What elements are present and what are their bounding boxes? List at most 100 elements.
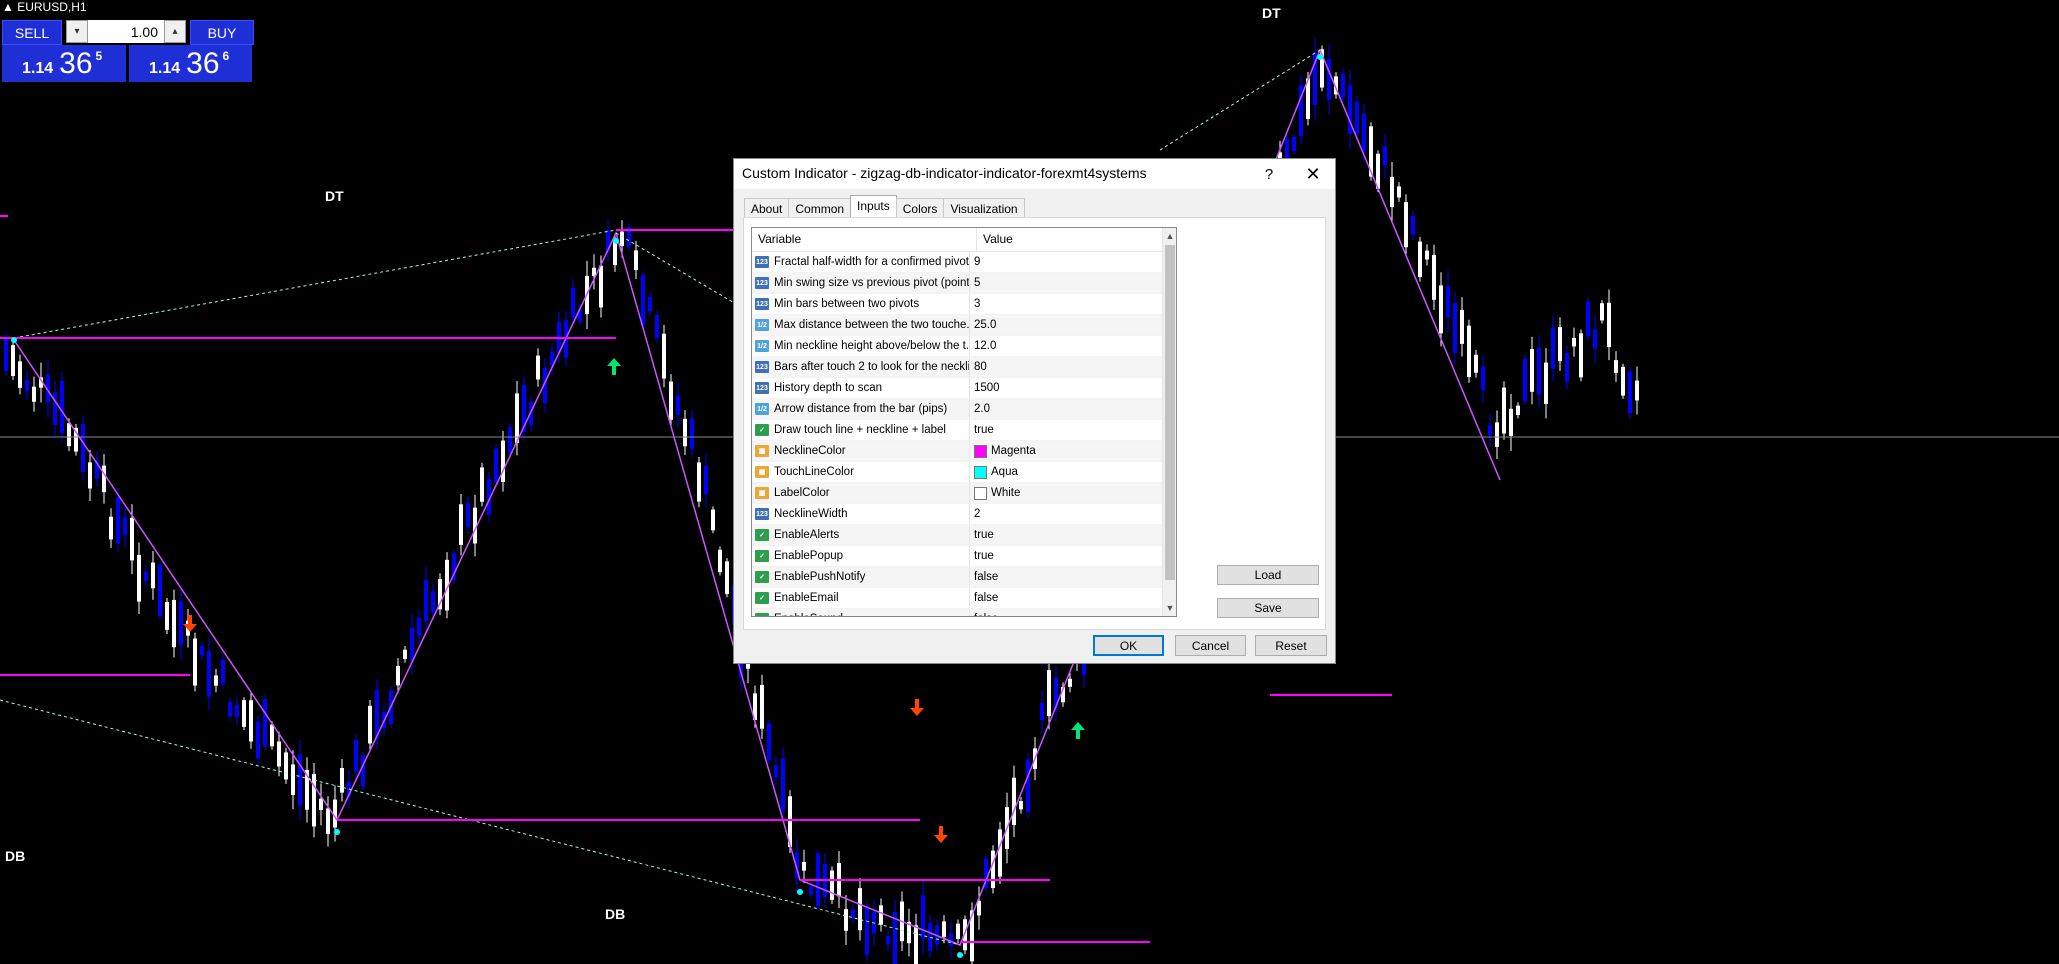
ok-button[interactable]: OK [1093, 635, 1164, 656]
ask-price[interactable]: 1.14 36 6 [129, 45, 252, 82]
candle-body [1026, 759, 1030, 812]
pivot-dot [11, 337, 17, 343]
scroll-up-icon[interactable]: ▲ [1163, 228, 1176, 244]
input-row[interactable]: ▦ LabelColor White [752, 483, 1176, 504]
input-row[interactable]: 123 Fractal half-width for a confirmed pi… [752, 252, 1176, 273]
input-value-cell[interactable]: true [970, 529, 994, 541]
candle-body [494, 448, 498, 483]
candle-body [515, 393, 519, 443]
bool-type-icon: ✓ [755, 550, 769, 562]
input-value-cell[interactable]: false [970, 592, 998, 604]
candle-body [949, 933, 953, 946]
candle-body [1614, 360, 1618, 373]
candle-body [1516, 405, 1520, 416]
candle-body [53, 392, 57, 425]
scroll-down-icon[interactable]: ▼ [1163, 600, 1176, 616]
bid-price-pips: 36 [59, 47, 93, 80]
cancel-button[interactable]: Cancel [1175, 635, 1246, 656]
input-row[interactable]: 123 Min bars between two pivots 3 [752, 294, 1176, 315]
input-row[interactable]: ✓ EnablePushNotify false [752, 567, 1176, 588]
candle-body [991, 850, 995, 889]
candle-body [403, 649, 407, 659]
input-row[interactable]: ✓ EnableSound false [752, 609, 1176, 616]
candle-body [102, 465, 106, 493]
input-value: false [974, 592, 999, 604]
input-value-cell[interactable]: 80 [970, 361, 987, 373]
input-row[interactable]: ▦ NecklineColor Magenta [752, 441, 1176, 462]
input-variable-name: History depth to scan [774, 382, 883, 394]
input-row[interactable]: ▦ TouchLineColor Aqua [752, 462, 1176, 483]
input-row[interactable]: ✓ EnablePopup true [752, 546, 1176, 567]
candle-body [1474, 354, 1478, 373]
input-value-cell[interactable]: 2.0 [970, 403, 990, 415]
input-value-cell[interactable]: 25.0 [970, 319, 996, 331]
input-value-cell[interactable]: 1500 [970, 382, 1000, 394]
buy-button[interactable]: BUY [190, 20, 254, 45]
load-button[interactable]: Load [1217, 565, 1319, 585]
lot-decrease-icon[interactable]: ▾ [66, 20, 88, 43]
scrollbar-thumb[interactable] [1165, 245, 1175, 580]
candle-body [942, 921, 946, 937]
pivot-dot [957, 952, 963, 958]
collapse-icon[interactable]: ▲ [2, 0, 17, 14]
input-value: 9 [974, 256, 981, 268]
input-value: 1500 [974, 382, 1000, 394]
input-value: false [974, 571, 999, 583]
touch-line [13, 229, 617, 339]
input-variable-name: Fractal half-width for a confirmed pivot [774, 256, 969, 268]
variable-column-header[interactable]: Variable [752, 228, 977, 251]
candle-body [1425, 250, 1429, 260]
grid-scrollbar[interactable]: ▲ ▼ [1162, 228, 1176, 616]
candle-body [1593, 329, 1597, 349]
candle-body [802, 862, 806, 871]
input-value-cell[interactable]: true [970, 424, 994, 436]
input-value-cell[interactable]: 9 [970, 256, 980, 268]
reset-button[interactable]: Reset [1255, 635, 1327, 656]
input-row[interactable]: 123 Bars after touch 2 to look for the ne… [752, 357, 1176, 378]
dialog-titlebar[interactable]: Custom Indicator - zigzag-db-indicator-i… [734, 159, 1335, 189]
input-value-cell[interactable]: false [970, 571, 998, 583]
color-type-icon: ▦ [755, 466, 769, 478]
candle-body [620, 231, 624, 247]
candle-body [1404, 202, 1408, 248]
candle-body [123, 516, 127, 536]
input-row[interactable]: 1/2 Min neckline height above/below the t… [752, 336, 1176, 357]
input-row[interactable]: ✓ EnableAlerts true [752, 525, 1176, 546]
lot-increase-icon[interactable]: ▴ [164, 20, 186, 43]
input-value-cell[interactable]: 12.0 [970, 340, 996, 352]
help-icon[interactable]: ? [1254, 162, 1284, 186]
input-value-cell[interactable]: 3 [970, 298, 980, 310]
input-value-cell[interactable]: true [970, 550, 994, 562]
input-value: Magenta [991, 445, 1036, 457]
input-value-cell[interactable]: White [970, 486, 1020, 500]
input-value-cell[interactable]: Aqua [970, 465, 1018, 479]
candle-body [1439, 285, 1443, 334]
input-row[interactable]: 123 NecklineWidth 2 [752, 504, 1176, 525]
color-swatch [974, 444, 987, 458]
input-row[interactable]: ✓ EnableEmail false [752, 588, 1176, 609]
input-row[interactable]: 1/2 Arrow distance from the bar (pips) 2.0 [752, 399, 1176, 420]
input-variable-name: NecklineWidth [774, 508, 848, 520]
input-value-cell[interactable]: Magenta [970, 444, 1036, 458]
input-value: 25.0 [974, 319, 997, 331]
input-row[interactable]: ✓ Draw touch line + neckline + label true [752, 420, 1176, 441]
save-button[interactable]: Save [1217, 598, 1319, 618]
candle-body [1390, 176, 1394, 208]
sell-button[interactable]: SELL [2, 20, 62, 45]
bid-price[interactable]: 1.14 36 5 [2, 45, 126, 82]
input-row[interactable]: 1/2 Max distance between the two touche..… [752, 315, 1176, 336]
candle-body [179, 601, 183, 646]
candle-body [1285, 139, 1289, 159]
input-row[interactable]: 123 Min swing size vs previous pivot (poi… [752, 273, 1176, 294]
color-swatch [974, 486, 987, 500]
candle-body [480, 467, 484, 502]
close-icon[interactable]: ✕ [1298, 162, 1328, 186]
input-value-cell[interactable]: 2 [970, 508, 980, 520]
input-value-cell[interactable]: 5 [970, 277, 980, 289]
candle-body [1068, 678, 1072, 687]
lot-size-input[interactable]: 1.00 [88, 24, 164, 40]
input-row[interactable]: 123 History depth to scan 1500 [752, 378, 1176, 399]
input-value-cell[interactable]: false [970, 613, 998, 616]
candle-body [662, 333, 666, 379]
value-column-header[interactable]: Value [977, 228, 1013, 251]
